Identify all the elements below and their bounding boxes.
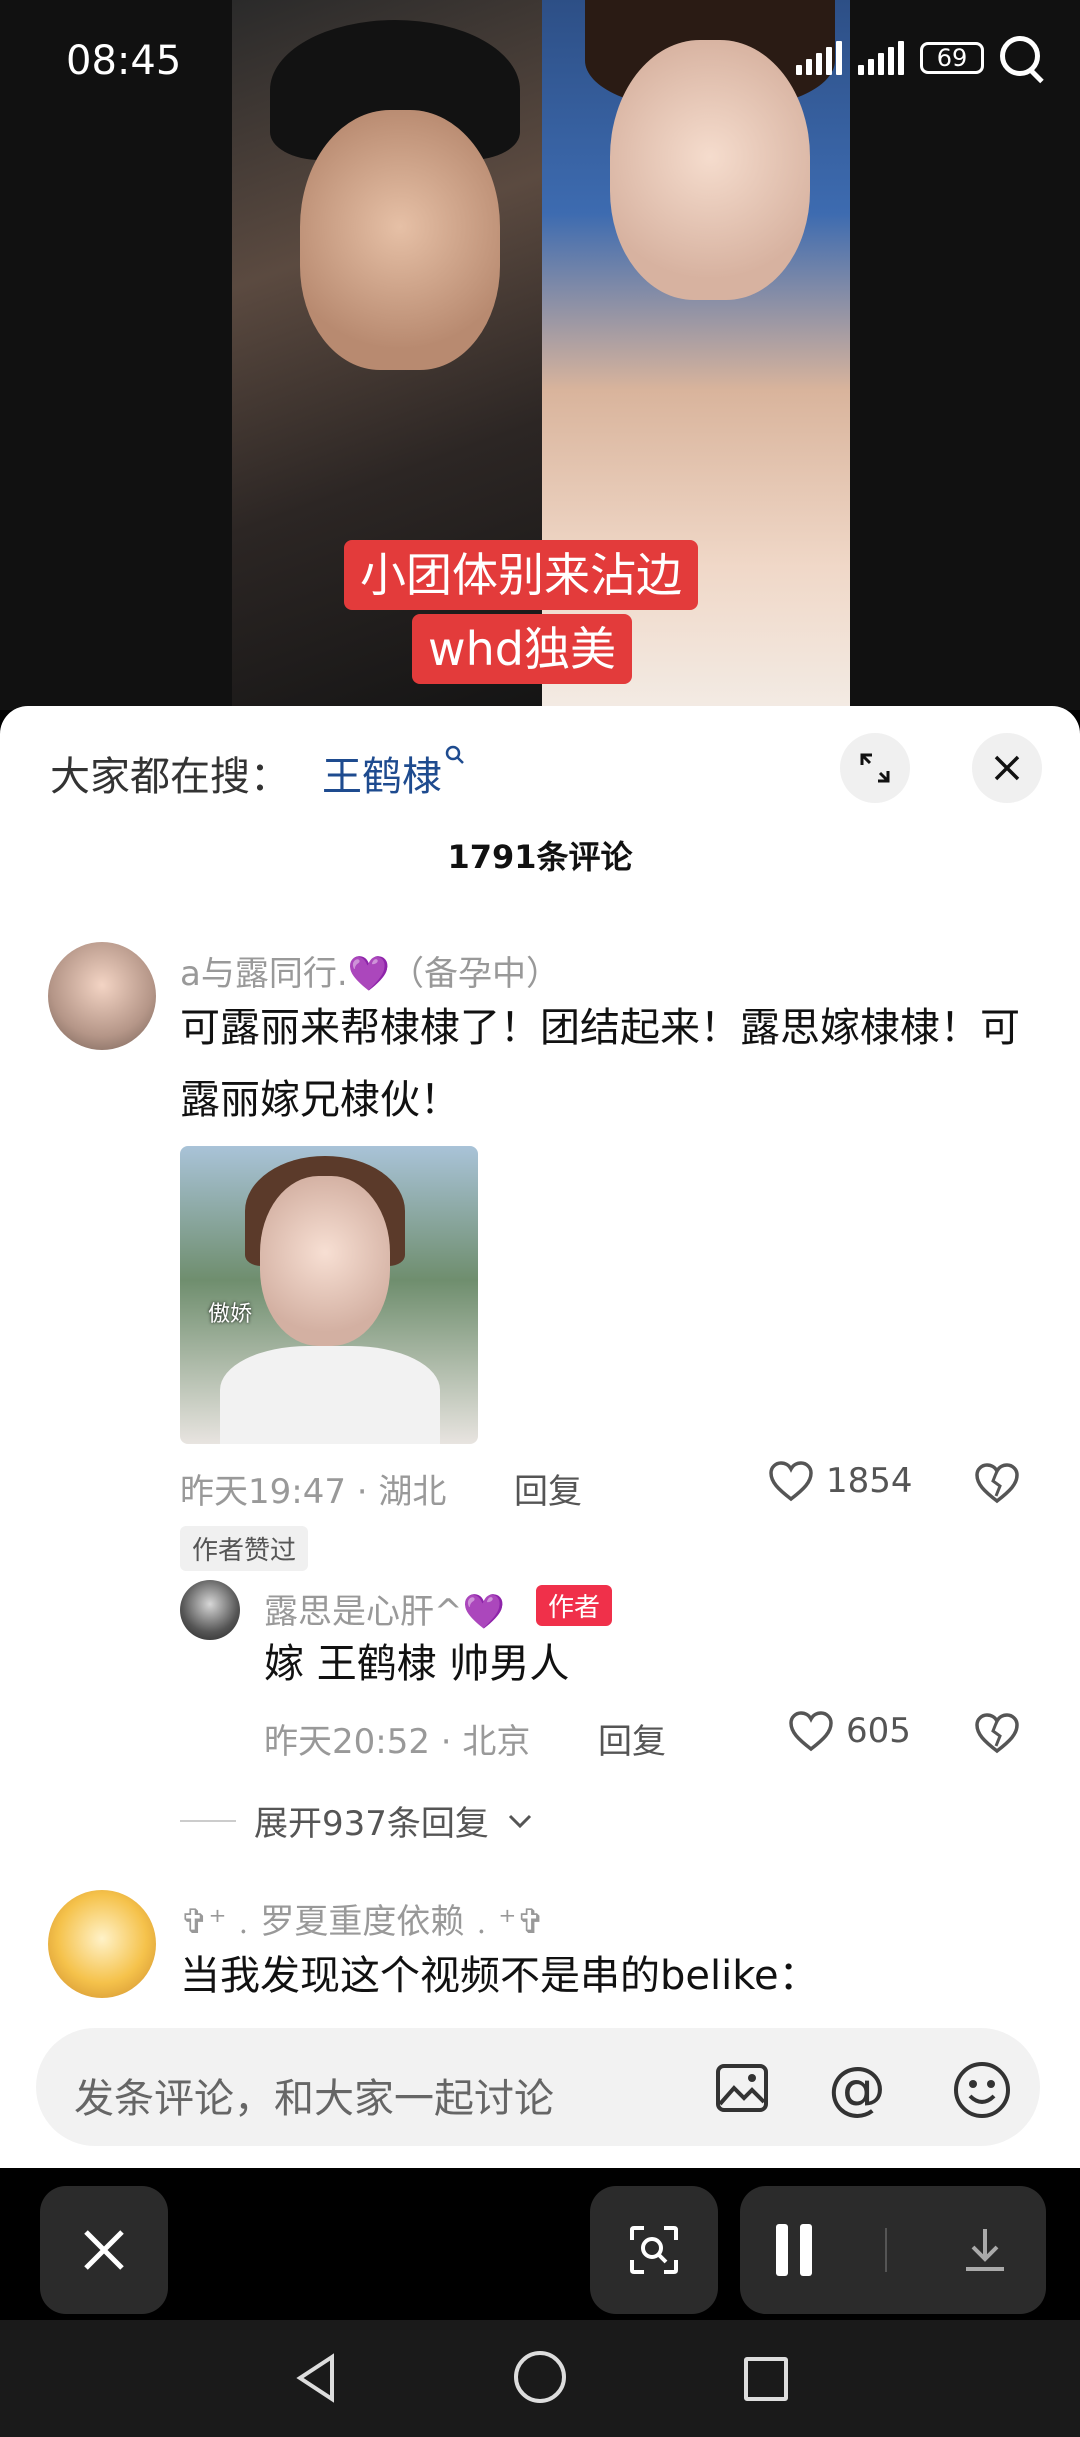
back-triangle-icon [296, 2353, 334, 2403]
comment-image-figure [220, 1346, 440, 1444]
avatar[interactable] [48, 1890, 156, 1998]
author-liked-badge: 作者赞过 [180, 1526, 309, 1571]
video-caption-line1: 小团体别来沾边 [344, 540, 698, 610]
comment-text: 可露丽来帮棣棣了！团结起来！露思嫁棣棣！可露丽嫁兄棣伙！ [180, 1005, 1020, 1123]
reply-username[interactable]: 露思是心肝^💜 [264, 1584, 505, 1633]
chevron-down-icon [508, 1814, 531, 1828]
heart-icon [769, 1461, 813, 1502]
comment-input-placeholder: 发条评论，和大家一起讨论 [74, 2076, 554, 2122]
image-picker-button[interactable] [714, 2060, 770, 2120]
battery-icon: 69 [920, 42, 984, 74]
divider [884, 2228, 887, 2272]
comment-image[interactable]: 傲娇 [180, 1146, 478, 1444]
username-text: a与露同行. [180, 954, 348, 994]
close-comments-button[interactable] [972, 733, 1042, 803]
pause-icon [800, 2224, 813, 2276]
dislike-button[interactable] [974, 1712, 1020, 1758]
username-suffix: （备孕中） [390, 954, 560, 994]
pause-button[interactable] [776, 2224, 813, 2276]
scan-search-icon [630, 2226, 678, 2274]
comment-text: 当我发现这个视频不是串的belike： [180, 1953, 819, 1999]
mention-button[interactable]: @ [828, 2054, 886, 2122]
author-badge: 作者 [536, 1585, 613, 1626]
reply-time-location: 昨天20:52 · 北京 [264, 1722, 531, 1762]
image-search-button[interactable] [590, 2186, 718, 2314]
broken-heart-icon [975, 1713, 1019, 1754]
video-caption-line2: whd独美 [412, 614, 632, 684]
avatar[interactable] [180, 1580, 240, 1640]
nav-recents-button[interactable] [744, 2357, 788, 2401]
download-icon[interactable] [960, 2225, 1010, 2275]
reply-button[interactable]: 回复 [514, 1464, 582, 1513]
video-player[interactable]: 小团体别来沾边 whd独美 [0, 0, 1080, 710]
signal-icon [796, 41, 842, 75]
nav-back-button[interactable] [294, 2353, 338, 2407]
purple-heart-icon: 💜 [347, 954, 390, 994]
like-count: 1854 [826, 1461, 913, 1501]
search-suggest-term[interactable]: 王鹤棣 [322, 744, 466, 802]
divider [180, 1819, 236, 1822]
signal-icon [858, 41, 904, 75]
like-count: 605 [846, 1711, 911, 1751]
playback-controls [740, 2186, 1046, 2314]
reply-button[interactable]: 回复 [598, 1714, 666, 1763]
purple-heart-icon: 💜 [462, 1592, 505, 1632]
fullscreen-button[interactable] [840, 733, 910, 803]
exit-button[interactable] [40, 2186, 168, 2314]
close-icon [994, 755, 1020, 781]
search-suggest-term-text: 王鹤棣 [322, 754, 442, 800]
expand-replies-button[interactable]: 展开937条回复 [180, 1796, 533, 1845]
close-icon [84, 2230, 124, 2270]
image-icon [716, 2064, 768, 2112]
like-button[interactable]: 1854 [768, 1460, 913, 1502]
comment-count: 1791条评论 [447, 838, 633, 876]
sticker-text: 傲娇 [208, 1302, 253, 1327]
emoji-button[interactable] [952, 2060, 1012, 2124]
search-small-icon [445, 745, 464, 764]
expand-icon [860, 753, 890, 783]
expand-replies-label: 展开937条回复 [254, 1804, 489, 1844]
nav-home-button[interactable] [514, 2351, 566, 2403]
video-figure [610, 40, 810, 300]
comment-time-location: 昨天19:47 · 湖北 [180, 1472, 447, 1512]
broken-heart-icon [975, 1463, 1019, 1504]
pause-icon [776, 2224, 789, 2276]
username-text: 露思是心肝^ [264, 1592, 463, 1632]
comment-username[interactable]: ✞⁺﹒罗夏重度依赖﹒⁺✞ [180, 1894, 545, 1943]
dislike-button[interactable] [974, 1462, 1020, 1508]
comment-username[interactable]: a与露同行.💜（备孕中） [180, 946, 560, 995]
emoji-icon [954, 2062, 1010, 2118]
reply-text: 嫁 王鹤棣 帅男人 [264, 1641, 570, 1687]
status-icons: 69 [796, 36, 1044, 80]
video-figure [300, 110, 500, 370]
search-icon[interactable] [1000, 36, 1044, 80]
search-suggest-prefix: 大家都在搜： [50, 754, 290, 800]
like-button[interactable]: 605 [788, 1710, 911, 1752]
at-icon: @ [828, 2054, 886, 2122]
heart-icon [789, 1711, 833, 1752]
comment-image-figure [260, 1176, 390, 1346]
avatar[interactable] [48, 942, 156, 1050]
status-time: 08:45 [66, 38, 182, 84]
